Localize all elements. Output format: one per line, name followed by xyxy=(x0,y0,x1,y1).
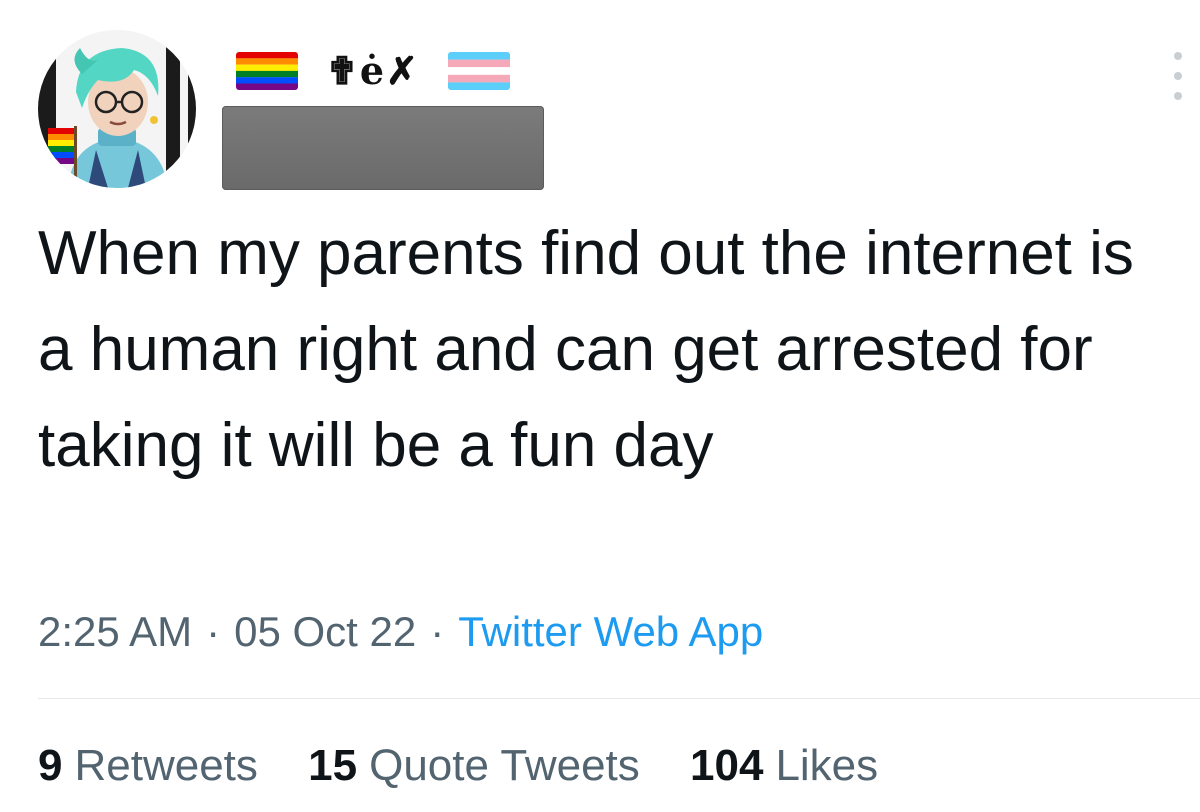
meta-separator: · xyxy=(430,608,445,655)
quote-tweets-count: 15 xyxy=(308,741,358,790)
transgender-flag-icon xyxy=(447,52,510,90)
display-name[interactable]: ✟ė✗ xyxy=(236,50,510,92)
tweet-date[interactable]: 05 Oct 22 xyxy=(234,608,416,655)
retweets-label: Retweets xyxy=(74,741,258,790)
tweet-card: ✟ė✗ When my parents find out the interne… xyxy=(0,0,1200,812)
display-name-text: ✟ė✗ xyxy=(326,48,420,93)
avatar[interactable] xyxy=(38,30,196,188)
retweets-stat[interactable]: 9 Retweets xyxy=(38,741,258,790)
likes-label: Likes xyxy=(775,741,879,790)
tweet-time[interactable]: 2:25 AM xyxy=(38,608,192,655)
divider xyxy=(38,698,1200,699)
rainbow-pride-flag-icon xyxy=(236,52,298,90)
retweets-count: 9 xyxy=(38,741,63,790)
tweet-text: When my parents find out the internet is… xyxy=(38,219,1134,480)
tweet-source-link[interactable]: Twitter Web App xyxy=(458,608,763,655)
quote-tweets-label: Quote Tweets xyxy=(369,741,640,790)
quote-tweets-stat[interactable]: 15 Quote Tweets xyxy=(308,741,640,790)
more-vertical-icon[interactable] xyxy=(1166,52,1190,100)
avatar-illustration xyxy=(38,30,196,188)
likes-stat[interactable]: 104 Likes xyxy=(690,741,878,790)
redacted-handle xyxy=(222,106,544,190)
meta-separator: · xyxy=(206,608,221,655)
likes-count: 104 xyxy=(690,741,764,790)
engagement-stats: 9 Retweets 15 Quote Tweets 104 Likes xyxy=(38,736,916,796)
tweet-metadata: 2:25 AM · 05 Oct 22 · Twitter Web App xyxy=(38,602,763,662)
